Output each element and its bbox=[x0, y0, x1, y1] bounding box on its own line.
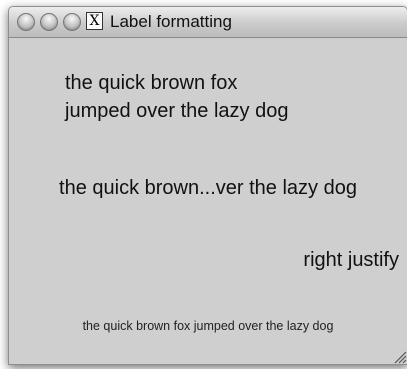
title-bar[interactable]: X Label formatting bbox=[9, 7, 407, 38]
wrapped-label-line-2: jumped over the lazy dog bbox=[65, 100, 289, 122]
close-icon[interactable] bbox=[17, 13, 35, 31]
wrapped-label-line-1: the quick brown fox bbox=[65, 72, 238, 94]
small-label: the quick brown fox jumped over the lazy… bbox=[82, 319, 334, 333]
minimize-icon[interactable] bbox=[40, 13, 58, 31]
window-title: Label formatting bbox=[110, 12, 232, 31]
truncated-label: the quick brown...ver the lazy dog bbox=[59, 177, 357, 199]
window-content: the quick brown fox jumped over the lazy… bbox=[9, 38, 407, 364]
right-justified-label: right justify bbox=[303, 249, 399, 271]
resize-grip-icon[interactable] bbox=[391, 348, 407, 364]
wrapped-label: the quick brown fox jumped over the lazy… bbox=[65, 69, 288, 125]
x11-icon: X bbox=[86, 12, 103, 30]
label-formatting-window: X Label formatting the quick brown fox j… bbox=[8, 6, 407, 365]
zoom-icon[interactable] bbox=[63, 13, 81, 31]
